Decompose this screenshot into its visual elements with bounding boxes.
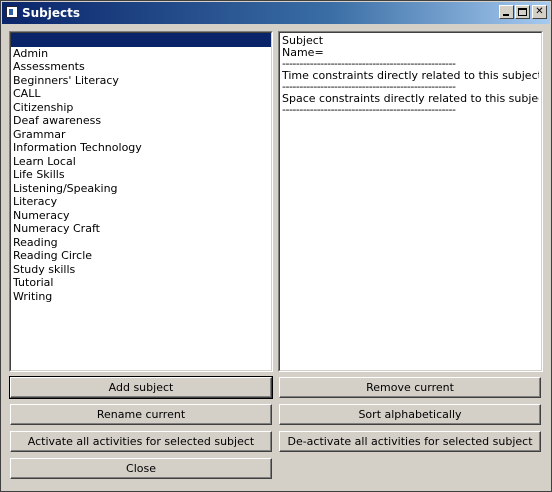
separator-line: ----------------------------------------… bbox=[282, 104, 456, 116]
remove-current-button[interactable]: Remove current bbox=[279, 377, 541, 398]
subjects-list[interactable]: Admin Assessments Beginners' Literacy CALL C… bbox=[11, 33, 271, 303]
activate-all-activities-button[interactable]: Activate all activities for selected sub… bbox=[10, 431, 272, 452]
close-icon: ✕ bbox=[535, 6, 544, 17]
subjects-window: Subjects ✕ Admin Assessments Beginners' Li… bbox=[0, 0, 552, 492]
detail-line: Name= bbox=[282, 46, 324, 58]
list-item[interactable]: CALL bbox=[11, 87, 271, 101]
list-item[interactable]: Assessments bbox=[11, 60, 271, 74]
list-item[interactable]: Tutorial bbox=[11, 276, 271, 290]
list-item[interactable]: Admin bbox=[11, 47, 271, 61]
list-item[interactable]: Deaf awareness bbox=[11, 114, 271, 128]
deactivate-all-activities-button[interactable]: De-activate all activities for selected … bbox=[279, 431, 541, 452]
detail-line: Space constraints directly related to th… bbox=[282, 92, 539, 104]
title-bar[interactable]: Subjects ✕ bbox=[2, 2, 550, 24]
list-item[interactable]: Citizenship bbox=[11, 101, 271, 115]
rename-current-button[interactable]: Rename current bbox=[10, 404, 272, 425]
detail-line: Time constraints directly related to thi… bbox=[282, 69, 539, 81]
minimize-icon bbox=[503, 14, 509, 16]
list-item[interactable]: Reading Circle bbox=[11, 249, 271, 263]
list-item[interactable]: Numeracy Craft bbox=[11, 222, 271, 236]
list-item[interactable]: Information Technology bbox=[11, 141, 271, 155]
list-item[interactable]: Reading bbox=[11, 236, 271, 250]
subjects-list-box[interactable]: Admin Assessments Beginners' Literacy CALL C… bbox=[9, 31, 273, 372]
subject-details-text: Subject Name= ----------------------------… bbox=[282, 35, 539, 116]
separator-line: ----------------------------------------… bbox=[282, 58, 456, 70]
maximize-button[interactable] bbox=[515, 5, 530, 19]
list-item[interactable]: Study skills bbox=[11, 263, 271, 277]
maximize-icon bbox=[518, 8, 527, 16]
close-window-button[interactable]: ✕ bbox=[532, 5, 547, 19]
list-item[interactable]: Beginners' Literacy bbox=[11, 74, 271, 88]
subject-details-box[interactable]: Subject Name= ----------------------------… bbox=[278, 31, 543, 372]
minimize-button[interactable] bbox=[499, 5, 514, 19]
list-item[interactable]: Grammar bbox=[11, 128, 271, 142]
window-controls: ✕ bbox=[498, 5, 547, 19]
window-title: Subjects bbox=[22, 6, 81, 20]
app-icon bbox=[6, 6, 18, 18]
list-item[interactable]: Literacy bbox=[11, 195, 271, 209]
add-subject-button[interactable]: Add subject bbox=[9, 376, 273, 399]
list-item[interactable]: Writing bbox=[11, 290, 271, 304]
list-item[interactable]: Numeracy bbox=[11, 209, 271, 223]
list-item[interactable]: Listening/Speaking bbox=[11, 182, 271, 196]
detail-line: Subject bbox=[282, 35, 324, 47]
list-item[interactable]: Life Skills bbox=[11, 168, 271, 182]
list-item[interactable]: Learn Local bbox=[11, 155, 271, 169]
sort-alphabetically-button[interactable]: Sort alphabetically bbox=[279, 404, 541, 425]
close-button[interactable]: Close bbox=[10, 458, 272, 479]
separator-line: ----------------------------------------… bbox=[282, 81, 456, 93]
list-item[interactable] bbox=[11, 33, 271, 47]
